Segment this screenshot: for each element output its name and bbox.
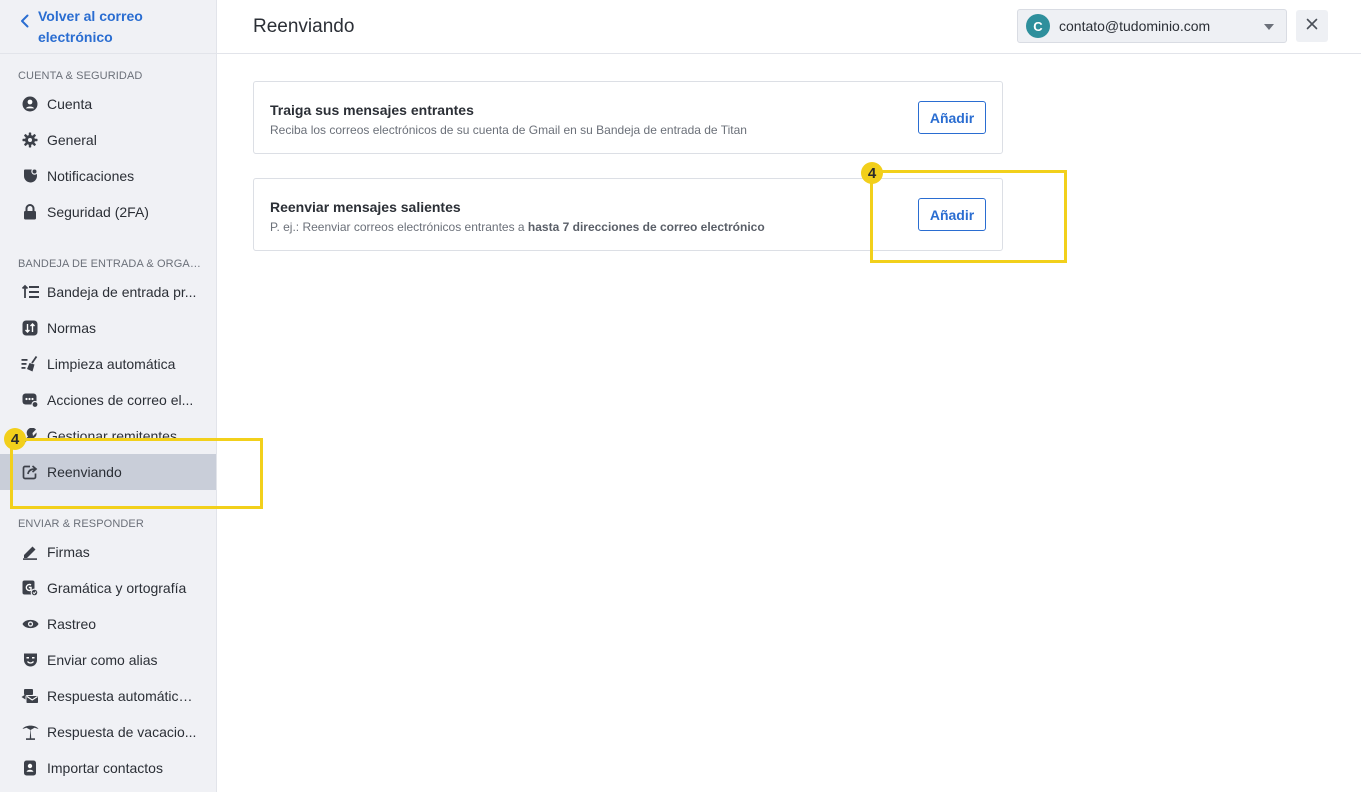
avatar: C [1026, 14, 1050, 38]
add-fetch-incoming-button[interactable]: Añadir [918, 101, 986, 134]
sidebar-item-label: Normas [47, 320, 97, 336]
sidebar-item-seguridad[interactable]: Seguridad (2FA) [0, 194, 216, 230]
sidebar-item-label: Respuesta de vacacio... [47, 724, 197, 740]
sidebar-item-label: Notificaciones [47, 168, 135, 184]
sidebar-item-gramatica[interactable]: Gramática y ortografía [0, 570, 216, 606]
sidebar-item-label: Firmas [47, 544, 90, 560]
card-description-prefix: P. ej.: Reenviar correos electrónicos en… [270, 220, 528, 234]
sidebar-item-label: General [47, 132, 97, 148]
contacts-icon [21, 759, 39, 777]
pen-icon [21, 543, 39, 561]
section-label-send-reply: ENVIAR & RESPONDER [18, 518, 144, 530]
grammar-icon [21, 579, 39, 597]
sidebar-item-label: Importar contactos [47, 760, 163, 776]
sidebar-item-respuesta-vacaciones[interactable]: Respuesta de vacacio... [0, 714, 216, 750]
back-link-label: Volver al correo electrónico [38, 8, 143, 45]
sidebar-item-firmas[interactable]: Firmas [0, 534, 216, 570]
card-description: P. ej.: Reenviar correos electrónicos en… [270, 220, 765, 234]
broom-icon [21, 355, 39, 373]
close-icon [1306, 17, 1318, 35]
sidebar-item-label: Seguridad (2FA) [47, 204, 149, 220]
sidebar-item-notificaciones[interactable]: Notificaciones [0, 158, 216, 194]
back-to-email-link[interactable]: Volver al correo electrónico [20, 6, 210, 48]
sidebar-item-label: Cuenta [47, 96, 93, 112]
card-title: Traiga sus mensajes entrantes [270, 102, 474, 118]
sidebar-item-label: Rastreo [47, 616, 97, 632]
section-label-inbox-organization: BANDEJA DE ENTRADA & ORGAN... [18, 258, 203, 270]
account-email: contato@tudominio.com [1059, 18, 1211, 34]
chevron-down-icon [1264, 24, 1274, 30]
fetch-incoming-card: Traiga sus mensajes entrantes Reciba los… [253, 81, 1003, 154]
eye-icon [21, 615, 39, 633]
step-badge: 4 [861, 162, 883, 184]
card-description: Reciba los correos electrónicos de su cu… [270, 123, 747, 137]
highlight-box-sidebar [10, 438, 263, 509]
card-description-emphasis: hasta 7 direcciones de correo electrónic… [527, 220, 765, 234]
gear-icon [21, 131, 39, 149]
sidebar-item-acciones-correo[interactable]: Acciones de correo el... [0, 382, 216, 418]
sidebar-item-importar-contactos[interactable]: Importar contactos [0, 750, 216, 786]
notification-icon [21, 167, 39, 185]
account-icon [21, 95, 39, 113]
close-button[interactable] [1296, 10, 1328, 42]
sidebar-item-label: Bandeja de entrada pr... [47, 284, 197, 300]
highlight-box-add-button [870, 170, 1067, 263]
settings-sidebar: Volver al correo electrónico CUENTA & SE… [0, 0, 217, 792]
step-badge: 4 [4, 428, 26, 450]
sidebar-item-general[interactable]: General [0, 122, 216, 158]
page-title: Reenviando [253, 16, 355, 37]
account-selector[interactable]: C contato@tudominio.com [1017, 9, 1287, 43]
palm-tree-icon [21, 723, 39, 741]
sidebar-divider [0, 53, 216, 54]
sidebar-item-rastreo[interactable]: Rastreo [0, 606, 216, 642]
sidebar-item-label: Respuesta automática... [47, 688, 197, 704]
sidebar-item-label: Enviar como alias [47, 652, 158, 668]
email-actions-icon [21, 391, 39, 409]
section-label-account-security: CUENTA & SEGURIDAD [18, 70, 143, 82]
sidebar-item-limpieza-automatica[interactable]: Limpieza automática [0, 346, 216, 382]
page-header: Reenviando C contato@tudominio.com [217, 0, 1361, 54]
mask-icon [21, 651, 39, 669]
sidebar-item-enviar-alias[interactable]: Enviar como alias [0, 642, 216, 678]
chevron-left-icon [20, 14, 34, 28]
sidebar-item-label: Gramática y ortografía [47, 580, 187, 596]
card-title: Reenviar mensajes salientes [270, 199, 461, 215]
sidebar-item-bandeja-prioritaria[interactable]: Bandeja de entrada pr... [0, 274, 216, 310]
sidebar-item-respuesta-automatica[interactable]: Respuesta automática... [0, 678, 216, 714]
auto-reply-icon [21, 687, 39, 705]
lock-icon [21, 203, 39, 221]
sidebar-item-normas[interactable]: Normas [0, 310, 216, 346]
sidebar-item-label: Acciones de correo el... [47, 392, 194, 408]
sidebar-item-label: Limpieza automática [47, 356, 176, 372]
priority-inbox-icon [21, 283, 39, 301]
rules-icon [21, 319, 39, 337]
sidebar-item-cuenta[interactable]: Cuenta [0, 86, 216, 122]
